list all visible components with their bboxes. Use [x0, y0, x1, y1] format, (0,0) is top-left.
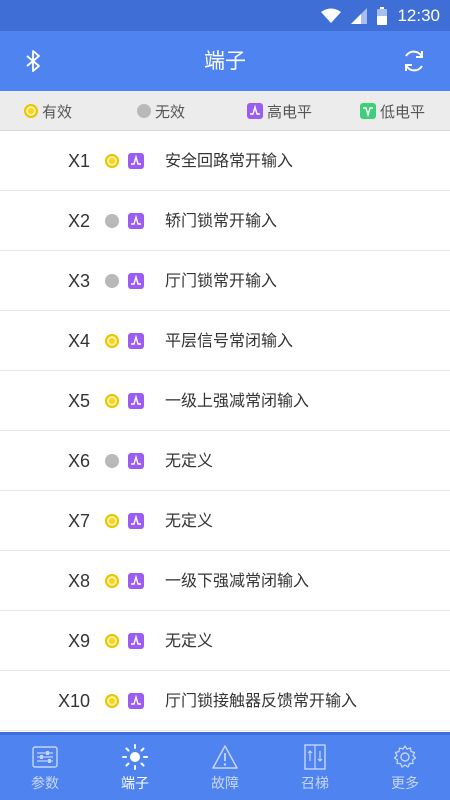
table-row: X8 一级下强减常闭输入	[0, 551, 450, 611]
high-level-icon	[128, 513, 144, 529]
gray-dot-icon	[137, 104, 151, 118]
table-row: X1 安全回路常开输入	[0, 131, 450, 191]
gear-icon	[393, 745, 417, 768]
legend-label: 低电平	[380, 102, 426, 121]
terminal-description: 一级上强减常闭输入	[165, 391, 310, 410]
terminal-description: 一级下强减常闭输入	[165, 571, 310, 590]
terminal-description: 无定义	[165, 631, 214, 650]
nav-label: 参数	[31, 776, 59, 792]
sun-icon	[122, 744, 148, 770]
legend-bar: 有效 无效 高电平 低电平	[0, 91, 450, 131]
high-level-icon	[128, 153, 144, 169]
status-icons: 12:30	[321, 0, 440, 31]
nav-item-faults[interactable]: 故障	[180, 735, 270, 800]
inactive-status-icon	[105, 454, 119, 468]
nav-item-terminals[interactable]: 端子	[90, 735, 180, 800]
nav-item-more[interactable]: 更多	[360, 735, 450, 800]
wifi-icon	[321, 8, 342, 23]
terminal-description: 安全回路常开输入	[165, 151, 294, 170]
active-status-icon	[105, 394, 119, 408]
refresh-icon[interactable]	[400, 47, 428, 75]
terminal-code: X6	[67, 451, 90, 471]
high-level-icon	[128, 333, 144, 349]
battery-icon	[377, 6, 388, 25]
table-row: X10 厅门锁接触器反馈常开输入	[0, 671, 450, 731]
inactive-status-icon	[105, 274, 119, 288]
active-status-icon	[105, 334, 119, 348]
active-status-icon	[105, 514, 119, 528]
bottom-nav: 参数 端子 故障 召梯 更多	[0, 732, 450, 800]
status-bar: 12:30	[0, 0, 450, 31]
terminal-code: X7	[67, 511, 90, 531]
terminal-code: X3	[67, 271, 90, 291]
nav-item-params[interactable]: 参数	[0, 735, 90, 800]
terminal-description: 厅门锁常开输入	[165, 271, 278, 290]
app-bar: 端子	[0, 31, 450, 91]
inactive-status-icon	[105, 214, 119, 228]
terminal-list: X1 安全回路常开输入 X2 轿门锁常开输入 X3 厅门锁常开输入 X4 平层信号常闭输入 X5…	[0, 131, 450, 731]
high-level-icon	[128, 273, 144, 289]
elevator-icon	[304, 744, 326, 770]
table-row: X3 厅门锁常开输入	[0, 251, 450, 311]
active-status-icon	[105, 694, 119, 708]
legend-inactive: 无效	[137, 91, 185, 131]
terminal-description: 厅门锁接触器反馈常开输入	[165, 691, 358, 710]
high-level-icon	[128, 573, 144, 589]
terminal-code: X5	[67, 391, 90, 411]
warning-icon	[212, 745, 238, 769]
high-level-icon	[128, 213, 144, 229]
status-time: 12:30	[397, 5, 440, 25]
high-level-icon	[128, 393, 144, 409]
legend-label: 有效	[42, 102, 73, 121]
legend-high-level: 高电平	[247, 91, 312, 131]
green-wave-icon	[360, 103, 376, 119]
nav-label: 故障	[211, 776, 239, 792]
terminal-description: 无定义	[165, 511, 214, 530]
terminal-code: X4	[67, 331, 90, 351]
legend-label: 高电平	[267, 102, 313, 121]
table-row: X6 无定义	[0, 431, 450, 491]
table-row: X2 轿门锁常开输入	[0, 191, 450, 251]
terminal-description: 轿门锁常开输入	[165, 211, 278, 230]
high-level-icon	[128, 693, 144, 709]
purple-wave-icon	[247, 103, 263, 119]
nav-label: 召梯	[301, 776, 329, 792]
terminal-code: X1	[67, 151, 90, 171]
terminal-code: X8	[67, 571, 90, 591]
terminal-description: 无定义	[165, 451, 214, 470]
sliders-icon	[32, 746, 58, 768]
nav-label: 端子	[121, 776, 149, 792]
yellow-dot-icon	[24, 104, 38, 118]
high-level-icon	[128, 453, 144, 469]
legend-active: 有效	[24, 91, 72, 131]
terminal-code: X10	[57, 691, 90, 711]
terminal-code: X2	[67, 211, 90, 231]
legend-label: 无效	[155, 102, 186, 121]
table-row: X7 无定义	[0, 491, 450, 551]
table-row: X9 无定义	[0, 611, 450, 671]
table-row: X4 平层信号常闭输入	[0, 311, 450, 371]
signal-icon	[351, 7, 368, 24]
terminal-code: X9	[67, 631, 90, 651]
page-title: 端子	[204, 49, 246, 73]
active-status-icon	[105, 574, 119, 588]
table-row: X5 一级上强减常闭输入	[0, 371, 450, 431]
nav-label: 更多	[391, 776, 419, 792]
active-status-icon	[105, 634, 119, 648]
active-status-icon	[105, 154, 119, 168]
high-level-icon	[128, 633, 144, 649]
terminal-description: 平层信号常闭输入	[165, 331, 294, 350]
nav-item-call-elevator[interactable]: 召梯	[270, 735, 360, 800]
legend-low-level: 低电平	[360, 91, 425, 131]
